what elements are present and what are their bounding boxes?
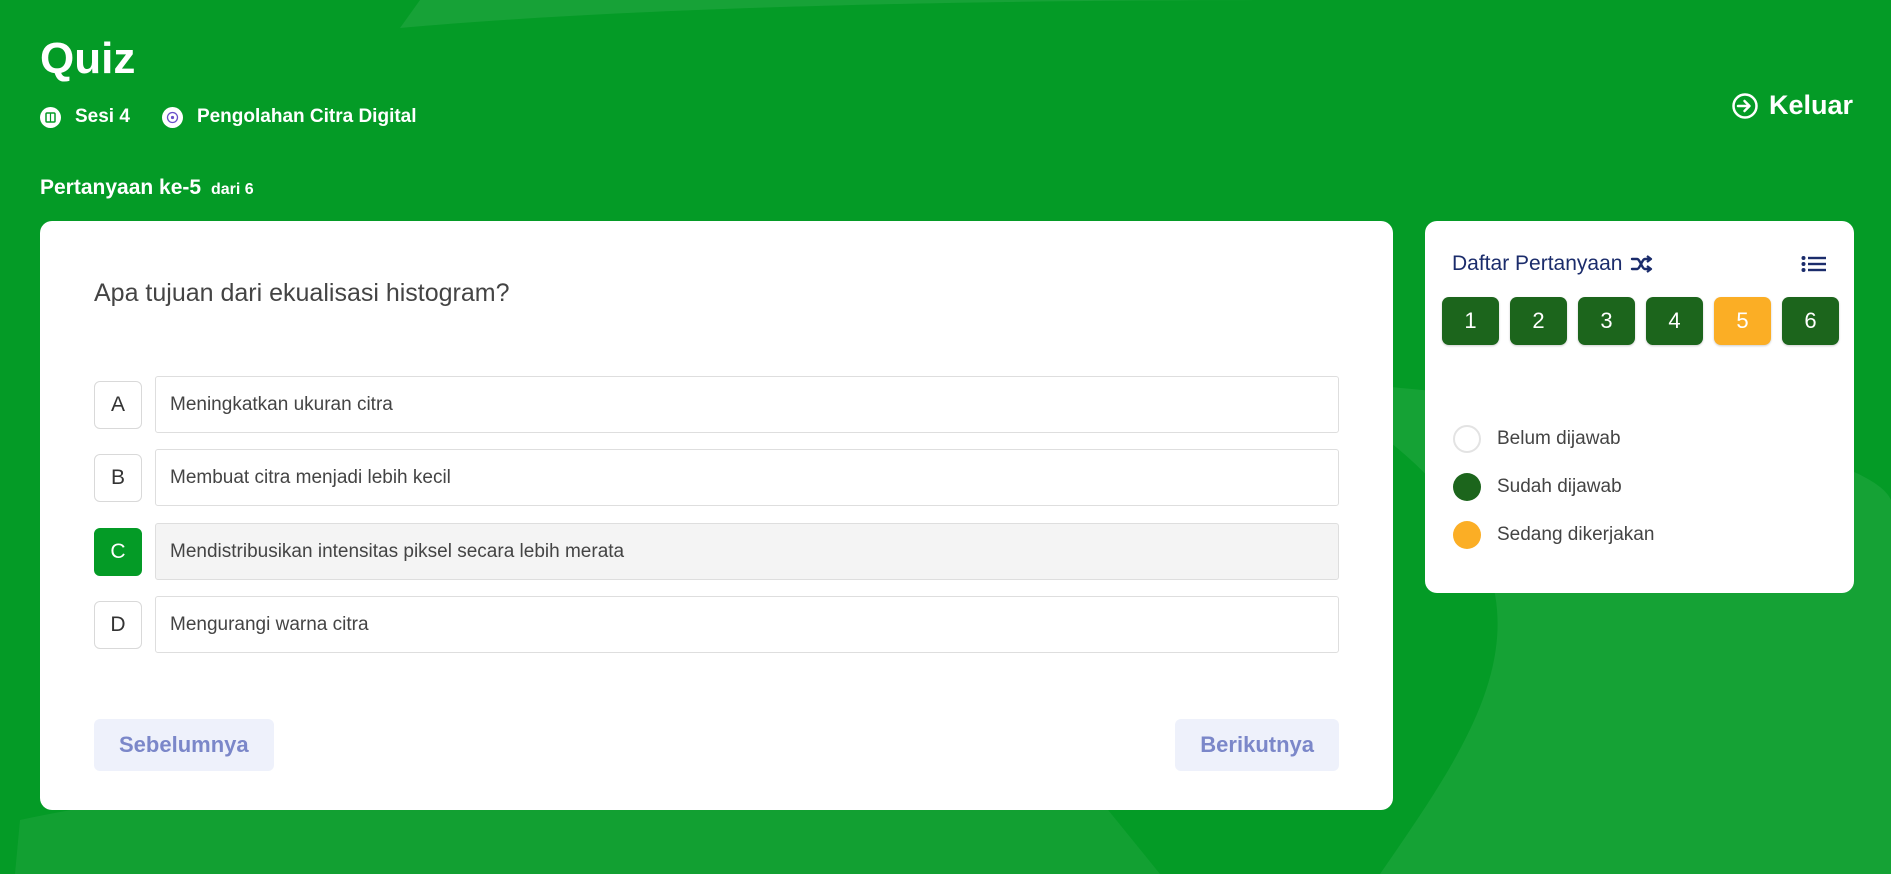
course-label: Pengolahan Citra Digital [196, 106, 417, 127]
course-info: Pengolahan Citra Digital [161, 106, 417, 128]
exit-label: Keluar [1768, 90, 1853, 120]
question-number-button[interactable]: 2 [1510, 297, 1567, 345]
question-text: Apa tujuan dari ekualisasi histogram? [94, 279, 510, 307]
option-text-selected[interactable]: Mendistribusikan intensitas piksel secar… [155, 523, 1339, 580]
session-label: Sesi 4 [75, 106, 130, 127]
option-text[interactable]: Meningkatkan ukuran citra [155, 376, 1339, 433]
course-icon [161, 106, 183, 128]
page-title: Quiz [40, 34, 136, 83]
question-number-button[interactable]: 6 [1782, 297, 1839, 345]
legend-item-unanswered: Belum dijawab [1453, 424, 1654, 454]
quiz-page: Quiz Sesi 4 Pengolahan Citra Digital Kel… [0, 0, 1891, 874]
question-total: dari 6 [210, 181, 254, 198]
exit-button[interactable]: Keluar [1731, 90, 1853, 121]
option-letter-selected[interactable]: C [94, 527, 142, 576]
option-text[interactable]: Membuat citra menjadi lebih kecil [155, 449, 1339, 506]
quiz-meta: Sesi 4 Pengolahan Citra Digital [40, 106, 449, 128]
previous-button[interactable]: Sebelumnya [94, 719, 274, 771]
question-number-grid: 1 2 3 4 5 6 [1442, 297, 1850, 345]
status-dot-unanswered [1453, 425, 1481, 453]
status-dot-answered [1453, 473, 1481, 501]
book-icon [40, 106, 61, 128]
status-legend: Belum dijawab Sudah dijawab Sedang diker… [1453, 424, 1654, 568]
question-list-label: Daftar Pertanyaan [1452, 252, 1623, 275]
question-list-panel: Daftar Pertanyaan 1 2 3 4 5 6 Belum dija… [1425, 221, 1854, 593]
option-b[interactable]: B Membuat citra menjadi lebih kecil [94, 449, 1339, 506]
option-letter[interactable]: A [94, 380, 142, 429]
legend-label: Belum dijawab [1497, 428, 1621, 449]
session-info: Sesi 4 [40, 106, 130, 128]
exit-arrow-icon [1732, 92, 1758, 119]
option-text[interactable]: Mengurangi warna citra [155, 596, 1339, 653]
question-number-button[interactable]: 4 [1646, 297, 1703, 345]
question-list-title: Daftar Pertanyaan [1452, 252, 1654, 276]
option-c[interactable]: C Mendistribusikan intensitas piksel sec… [94, 523, 1339, 580]
legend-item-current: Sedang dikerjakan [1453, 520, 1654, 550]
legend-label: Sudah dijawab [1497, 476, 1622, 497]
question-number: Pertanyaan ke-5 [40, 176, 202, 199]
question-number-button-current[interactable]: 5 [1714, 297, 1771, 345]
question-card: Apa tujuan dari ekualisasi histogram? A … [40, 221, 1393, 810]
legend-item-answered: Sudah dijawab [1453, 472, 1654, 502]
list-icon[interactable] [1801, 254, 1827, 274]
question-counter: Pertanyaan ke-5 dari 6 [40, 176, 254, 200]
next-button[interactable]: Berikutnya [1175, 719, 1339, 771]
option-a[interactable]: A Meningkatkan ukuran citra [94, 376, 1339, 433]
legend-label: Sedang dikerjakan [1497, 524, 1655, 545]
shuffle-icon [1631, 255, 1653, 273]
question-number-button[interactable]: 3 [1578, 297, 1635, 345]
question-number-button[interactable]: 1 [1442, 297, 1499, 345]
status-dot-current [1453, 521, 1481, 549]
option-letter[interactable]: D [94, 600, 142, 649]
option-d[interactable]: D Mengurangi warna citra [94, 596, 1339, 653]
option-letter[interactable]: B [94, 453, 142, 502]
